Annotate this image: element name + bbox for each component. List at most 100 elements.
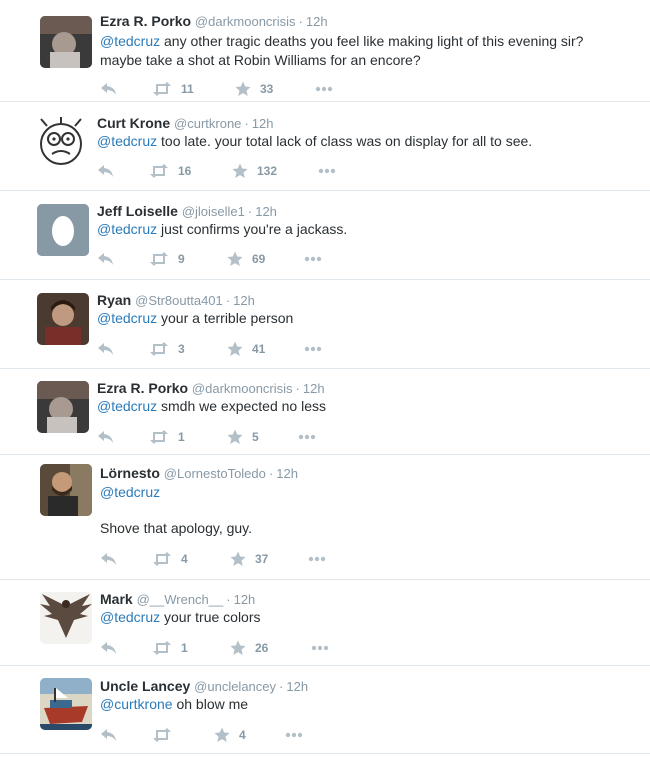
retweet-count: 1 (178, 430, 185, 444)
retweet-count: 11 (181, 82, 194, 96)
retweet-button[interactable]: 11 (152, 79, 194, 99)
author-handle[interactable]: @Str8outta401 (135, 293, 223, 308)
reply-button[interactable] (100, 725, 118, 745)
author-handle[interactable]: @darkmooncrisis (195, 14, 296, 29)
retweet-icon (149, 342, 169, 356)
timestamp[interactable]: 12h (233, 293, 255, 308)
favorite-button[interactable]: 132 (232, 161, 277, 181)
author-handle[interactable]: @__Wrench__ (137, 592, 224, 607)
tweet: Ryan @Str8outta401 · 12h @tedcruz your a t… (0, 280, 650, 369)
timestamp[interactable]: 12h (303, 381, 325, 396)
favorite-button[interactable]: 69 (227, 249, 265, 269)
author-handle[interactable]: @curtkrone (174, 116, 241, 131)
timestamp[interactable]: 12h (252, 116, 274, 131)
retweet-button[interactable]: 1 (152, 638, 188, 658)
avatar[interactable] (40, 464, 92, 516)
more-button[interactable] (308, 549, 326, 569)
timestamp[interactable]: 12h (234, 592, 256, 607)
tweet-text-line: too late. your total lack of class was o… (157, 133, 533, 149)
avatar[interactable] (37, 381, 89, 433)
more-button[interactable] (311, 638, 329, 658)
more-button[interactable] (304, 249, 322, 269)
mention-link[interactable]: @tedcruz (100, 609, 160, 625)
mention-link[interactable]: @tedcruz (100, 33, 160, 49)
retweet-icon (149, 252, 169, 266)
tweet-text: @tedcruz smdh we expected no less (97, 397, 326, 416)
reply-icon (97, 252, 115, 266)
favorite-button[interactable]: 33 (235, 79, 273, 99)
mention-link[interactable]: @tedcruz (97, 133, 157, 149)
favorite-button[interactable]: 5 (227, 427, 259, 447)
timestamp[interactable]: 12h (255, 204, 277, 219)
separator-dot: · (268, 466, 274, 481)
timestamp[interactable]: 12h (286, 679, 308, 694)
separator-dot: · (226, 592, 231, 607)
more-button[interactable] (318, 161, 336, 181)
author-handle[interactable]: @darkmooncrisis (192, 381, 293, 396)
retweet-icon (152, 552, 172, 566)
mention-link[interactable]: @tedcruz (100, 484, 160, 500)
retweet-button[interactable]: 4 (152, 549, 188, 569)
star-icon (230, 551, 246, 567)
more-icon (298, 434, 316, 440)
avatar[interactable] (37, 204, 89, 256)
tweet-text-line: just confirms you're a jackass. (157, 221, 348, 237)
reply-button[interactable] (100, 549, 118, 569)
favorite-button[interactable]: 4 (214, 725, 246, 745)
favorite-count: 26 (255, 641, 269, 655)
avatar[interactable] (37, 116, 89, 168)
reply-button[interactable] (97, 339, 115, 359)
favorite-button[interactable]: 26 (230, 638, 268, 658)
retweet-button[interactable]: 3 (149, 339, 185, 359)
author-name[interactable]: Curt Krone (97, 115, 170, 131)
more-icon (315, 86, 333, 92)
reply-icon (100, 641, 118, 655)
reply-button[interactable] (97, 161, 115, 181)
timestamp[interactable]: 12h (306, 14, 328, 29)
retweet-button[interactable] (152, 725, 181, 745)
retweet-icon (152, 641, 172, 655)
author-name[interactable]: Mark (100, 591, 133, 607)
separator-dot: · (279, 679, 284, 694)
more-button[interactable] (315, 79, 333, 99)
favorite-count: 37 (255, 552, 269, 566)
separator-dot: · (247, 204, 253, 219)
mention-link[interactable]: @curtkrone (100, 696, 173, 712)
reply-button[interactable] (100, 79, 118, 99)
author-name[interactable]: Jeff Loiselle (97, 203, 178, 219)
reply-icon (100, 552, 118, 566)
reply-button[interactable] (97, 427, 115, 447)
avatar[interactable] (40, 678, 92, 730)
mention-link[interactable]: @tedcruz (97, 398, 157, 414)
avatar[interactable] (40, 592, 92, 644)
retweet-count: 16 (178, 164, 192, 178)
tweet-text-line: any other tragic deaths you feel like ma… (160, 33, 584, 49)
timestamp[interactable]: 12h (276, 466, 298, 481)
author-name[interactable]: Ezra R. Porko (97, 380, 188, 396)
more-button[interactable] (285, 725, 303, 745)
author-handle[interactable]: @LornestoToledo (164, 466, 266, 481)
author-name[interactable]: Lörnesto (100, 465, 160, 481)
favorite-button[interactable]: 37 (230, 549, 268, 569)
reply-button[interactable] (100, 638, 118, 658)
avatar[interactable] (37, 293, 89, 345)
author-name[interactable]: Ezra R. Porko (100, 13, 191, 29)
reply-button[interactable] (97, 249, 115, 269)
more-icon (304, 256, 322, 262)
retweet-button[interactable]: 9 (149, 249, 185, 269)
author-name[interactable]: Ryan (97, 292, 131, 308)
mention-link[interactable]: @tedcruz (97, 310, 157, 326)
favorite-button[interactable]: 41 (227, 339, 265, 359)
more-button[interactable] (298, 427, 316, 447)
author-handle[interactable]: @unclelancey (194, 679, 276, 694)
more-button[interactable] (304, 339, 322, 359)
retweet-button[interactable]: 1 (149, 427, 185, 447)
mention-link[interactable]: @tedcruz (97, 221, 157, 237)
author-name[interactable]: Uncle Lancey (100, 678, 190, 694)
tweet-text-line: Shove that apology, guy. (100, 520, 253, 536)
author-handle[interactable]: @jloiselle1 (182, 204, 245, 219)
avatar[interactable] (40, 16, 92, 68)
retweet-button[interactable]: 16 (149, 161, 191, 181)
favorite-count: 132 (257, 164, 278, 178)
retweet-icon (149, 164, 169, 178)
